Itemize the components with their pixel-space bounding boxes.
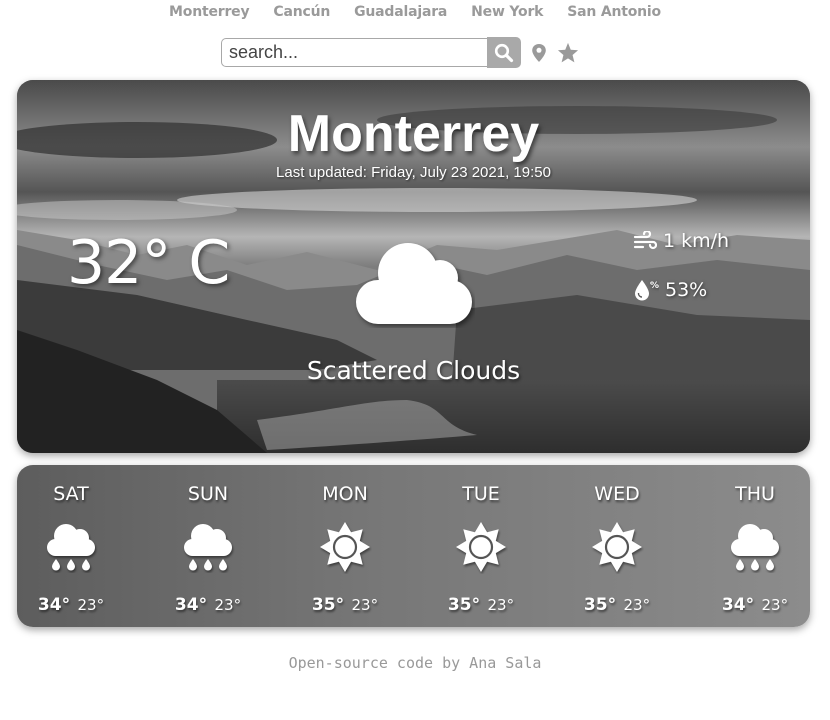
forecast-temps: 34° 23° <box>700 595 810 615</box>
forecast-day-sat: SAT 34° 23° <box>17 465 126 615</box>
search-icon <box>494 43 514 62</box>
city-link-cancun[interactable]: Cancún <box>273 4 330 20</box>
svg-text:%: % <box>650 281 659 291</box>
wind-icon <box>633 231 657 250</box>
forecast-high: 34° <box>174 595 208 615</box>
forecast-low: 23° <box>214 596 242 614</box>
rain-cloud-icon <box>184 524 232 571</box>
humidity-value: 53% <box>665 279 708 301</box>
current-weather-card: Monterrey Last updated: Friday, July 23 … <box>17 80 810 453</box>
forecast-day-thu: THU 34° 23° <box>700 465 810 615</box>
forecast-low: 23° <box>761 596 789 614</box>
forecast-icon-wrapper <box>562 515 672 579</box>
forecast-day-name: TUE <box>462 483 500 505</box>
forecast-high: 34° <box>721 595 755 615</box>
forecast-temps: 35° 23° <box>562 595 672 615</box>
forecast-day-name: WED <box>594 483 640 505</box>
forecast-day-name: THU <box>735 483 775 505</box>
humidity-drop-icon: % <box>635 280 659 301</box>
current-temperature: 32° C <box>67 228 230 298</box>
cloud-icon <box>356 243 472 324</box>
forecast-day-mon: MON 35° 23° <box>290 465 400 615</box>
forecast-day-name: SUN <box>187 483 229 505</box>
search-button[interactable] <box>487 37 521 68</box>
rain-cloud-icon <box>47 524 95 571</box>
forecast-low: 23° <box>487 596 515 614</box>
forecast-icon-wrapper <box>700 515 810 579</box>
sun-icon <box>592 522 642 572</box>
forecast-day-sun: SUN 34° 23° <box>153 465 263 615</box>
forecast-high: 34° <box>37 595 71 615</box>
forecast-low: 23° <box>623 596 651 614</box>
forecast-low: 23° <box>77 596 105 614</box>
forecast-temps: 34° 23° <box>153 595 263 615</box>
city-link-san-antonio[interactable]: San Antonio <box>567 4 661 20</box>
favorite-button[interactable] <box>557 42 579 63</box>
forecast-day-tue: TUE 35° 23° <box>426 465 536 615</box>
forecast-card: SAT 34° 23° SUN 34° 23° MON 35° 23° TUE 35° 23°… <box>17 465 810 627</box>
forecast-temps: 35° 23° <box>426 595 536 615</box>
sun-icon <box>456 522 506 572</box>
wind-stat: 1 km/h <box>633 230 729 252</box>
city-link-monterrey[interactable]: Monterrey <box>169 4 250 20</box>
condition-icon-wrapper <box>353 240 475 332</box>
forecast-temps: 35° 23° <box>290 595 400 615</box>
footer-credit: Open-source code by Ana Sala <box>288 654 542 672</box>
condition-description: Scattered Clouds <box>306 356 521 385</box>
forecast-icon-wrapper <box>153 515 263 579</box>
city-nav: Monterrey Cancún Guadalajara New York Sa… <box>0 4 830 20</box>
search-input[interactable] <box>221 38 487 67</box>
forecast-day-wed: WED 35° 23° <box>562 465 672 615</box>
forecast-high: 35° <box>583 595 617 615</box>
last-updated: Last updated: Friday, July 23 2021, 19:5… <box>276 164 551 181</box>
search-bar <box>221 37 579 68</box>
forecast-high: 35° <box>311 595 345 615</box>
map-pin-icon <box>532 43 546 62</box>
forecast-day-name: MON <box>322 483 368 505</box>
wind-speed: 1 km/h <box>663 230 730 252</box>
forecast-icon-wrapper <box>290 515 400 579</box>
forecast-high: 35° <box>447 595 481 615</box>
forecast-low: 23° <box>351 596 379 614</box>
humidity-stat: % 53% <box>633 278 707 302</box>
location-button[interactable] <box>531 43 547 63</box>
forecast-temps: 34° 23° <box>17 595 126 615</box>
city-name: Monterrey <box>287 105 540 163</box>
star-icon <box>557 42 579 63</box>
rain-cloud-icon <box>731 524 779 571</box>
sun-icon <box>320 522 370 572</box>
forecast-day-name: SAT <box>53 483 89 505</box>
forecast-icon-wrapper <box>17 515 126 579</box>
city-link-guadalajara[interactable]: Guadalajara <box>354 4 447 20</box>
city-link-new-york[interactable]: New York <box>471 4 543 20</box>
forecast-icon-wrapper <box>426 515 536 579</box>
